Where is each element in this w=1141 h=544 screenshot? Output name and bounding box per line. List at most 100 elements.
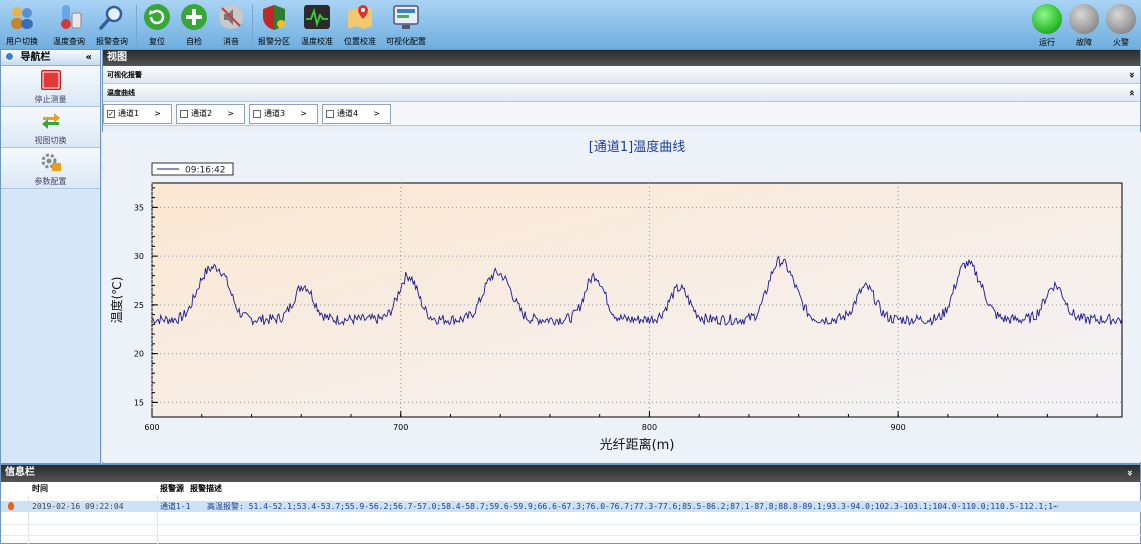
temperature-chart-area: 15 20 25 30 35 600 700 800 900 09:16:42 [通道1]温度曲线光… xyxy=(102,132,1141,462)
position-calibration-button[interactable]: 位置校准 xyxy=(340,0,380,49)
plus-icon xyxy=(181,4,207,30)
fire-alarm-status-light xyxy=(1106,4,1136,34)
navigation-header: 导航栏 « xyxy=(1,50,100,66)
reset-label: 复位 xyxy=(149,37,165,46)
channel-1-label: 通道1 xyxy=(118,109,140,118)
alarm-query-label: 报警查询 xyxy=(96,37,128,46)
y-tick-label: 35 xyxy=(134,203,144,212)
tab-channel-1[interactable]: ✓ 通道1 > xyxy=(103,104,172,124)
temperature-query-label: 温度查询 xyxy=(53,37,85,46)
running-status-label: 运行 xyxy=(1039,38,1055,47)
x-tick-label: 600 xyxy=(144,423,159,432)
magnifier-icon xyxy=(99,5,123,30)
refresh-icon xyxy=(144,4,170,30)
channel-tabs: ✓ 通道1 > 通道2 > 通道3 > 通道4 > xyxy=(103,102,1140,126)
parameter-config-label: 参数配置 xyxy=(34,177,67,186)
channel-1-checkbox[interactable]: ✓ xyxy=(107,110,115,118)
column-header-description[interactable]: 报警描述 xyxy=(190,483,222,494)
users-icon xyxy=(11,7,33,29)
stop-icon xyxy=(41,70,61,90)
y-tick-label: 20 xyxy=(134,350,144,359)
y-axis-label: 温度(℃) xyxy=(109,277,124,324)
table-row[interactable]: 2019-02-16 09:22:04 通道1-1 高温报警: 51.4-52.… xyxy=(1,501,1141,512)
visual-alarm-section[interactable]: 可视化报警 » xyxy=(103,66,1140,84)
alarm-time: 2019-02-16 09:22:04 xyxy=(32,502,124,511)
fault-status-light xyxy=(1069,4,1099,34)
parameter-config-button[interactable]: 参数配置 xyxy=(1,148,100,189)
toolbar-divider xyxy=(136,5,137,45)
info-title: 信息栏 xyxy=(5,467,35,478)
legend-label: 09:16:42 xyxy=(185,166,225,176)
channel-3-label: 通道3 xyxy=(264,109,286,118)
info-header: 信息栏 » xyxy=(1,465,1140,482)
monitor-icon xyxy=(393,5,419,29)
thermometer-icon xyxy=(61,5,82,29)
info-panel: 信息栏 » 时间 报警源 报警描述 2019-02-16 09:22:04 通道… xyxy=(0,464,1141,544)
y-tick-label: 15 xyxy=(134,398,144,407)
chevron-right-icon: > xyxy=(227,109,234,118)
chevron-right-icon: > xyxy=(154,109,161,118)
fault-status-label: 故障 xyxy=(1076,38,1092,47)
temperature-calibration-button[interactable]: 温度校准 xyxy=(297,0,337,49)
fire-alarm-status-label: 火警 xyxy=(1113,38,1129,47)
alarm-zone-label: 报警分区 xyxy=(258,37,290,46)
tab-channel-4[interactable]: 通道4 > xyxy=(322,104,391,124)
temperature-curve-label: 温度曲线 xyxy=(107,89,135,97)
settings-icon xyxy=(41,153,61,171)
channel-2-checkbox[interactable] xyxy=(180,110,188,118)
waveform-icon xyxy=(304,5,330,29)
running-status-light xyxy=(1032,4,1062,34)
visualization-config-button[interactable]: 可视化配置 xyxy=(383,0,429,49)
stop-measurement-button[interactable]: 停止测量 xyxy=(1,66,100,107)
expand-chevron-icon[interactable]: » xyxy=(1122,72,1140,78)
shield-icon xyxy=(263,5,285,30)
y-tick-label: 25 xyxy=(134,301,144,310)
mute-icon xyxy=(219,5,243,29)
channel-4-label: 通道4 xyxy=(337,109,359,118)
x-axis-label: 光纤距离(m) xyxy=(600,437,675,453)
chevron-right-icon: > xyxy=(373,109,380,118)
temperature-curve-chart[interactable]: 15 20 25 30 35 600 700 800 900 09:16:42 [通道1]温度曲线光… xyxy=(102,132,1141,462)
visual-alarm-label: 可视化报警 xyxy=(107,71,142,79)
channel-2-label: 通道2 xyxy=(191,109,213,118)
column-header-time[interactable]: 时间 xyxy=(32,483,48,494)
row-divider xyxy=(1,535,1141,536)
x-tick-label: 800 xyxy=(642,423,657,432)
plot-area xyxy=(151,182,1123,418)
alarm-zone-button[interactable]: 报警分区 xyxy=(254,0,294,49)
user-switch-button[interactable]: 用户切换 xyxy=(2,0,42,49)
self-check-label: 自检 xyxy=(186,37,202,46)
visualization-config-label: 可视化配置 xyxy=(386,37,426,46)
tab-channel-2[interactable]: 通道2 > xyxy=(176,104,245,124)
reset-button[interactable]: 复位 xyxy=(139,0,175,49)
alarm-source: 通道1-1 xyxy=(160,502,191,511)
temperature-calibration-label: 温度校准 xyxy=(301,37,333,46)
toolbar-divider xyxy=(252,5,253,45)
expand-chevron-icon[interactable]: » xyxy=(1121,470,1137,476)
alarm-query-button[interactable]: 报警查询 xyxy=(92,0,132,49)
column-header-source[interactable]: 报警源 xyxy=(160,483,184,494)
self-check-button[interactable]: 自检 xyxy=(176,0,212,49)
x-tick-label: 900 xyxy=(891,423,906,432)
mute-button[interactable]: 消音 xyxy=(213,0,249,49)
chart-title: [通道1]温度曲线 xyxy=(589,139,685,155)
x-tick-label: 700 xyxy=(393,423,408,432)
collapse-navigation-button[interactable]: « xyxy=(86,50,92,65)
channel-3-checkbox[interactable] xyxy=(253,110,261,118)
channel-4-checkbox[interactable] xyxy=(326,110,334,118)
y-tick-label: 30 xyxy=(134,252,144,261)
collapse-chevron-icon[interactable]: « xyxy=(1122,90,1140,96)
temperature-curve-section[interactable]: 温度曲线 « xyxy=(103,84,1140,102)
user-switch-label: 用户切换 xyxy=(6,37,38,46)
navigation-sidebar: 导航栏 « 停止测量 视图切换 参数配置 xyxy=(0,49,101,464)
navigation-title: 导航栏 xyxy=(20,52,51,63)
map-pin-icon xyxy=(348,5,372,29)
stop-measurement-label: 停止测量 xyxy=(34,95,67,104)
mute-label: 消音 xyxy=(223,37,239,46)
view-switch-button[interactable]: 视图切换 xyxy=(1,107,100,148)
view-header: 视图 xyxy=(103,50,1140,66)
temperature-query-button[interactable]: 温度查询 xyxy=(49,0,89,49)
tab-channel-3[interactable]: 通道3 > xyxy=(249,104,318,124)
fire-icon xyxy=(8,502,14,510)
compass-icon xyxy=(5,52,14,61)
